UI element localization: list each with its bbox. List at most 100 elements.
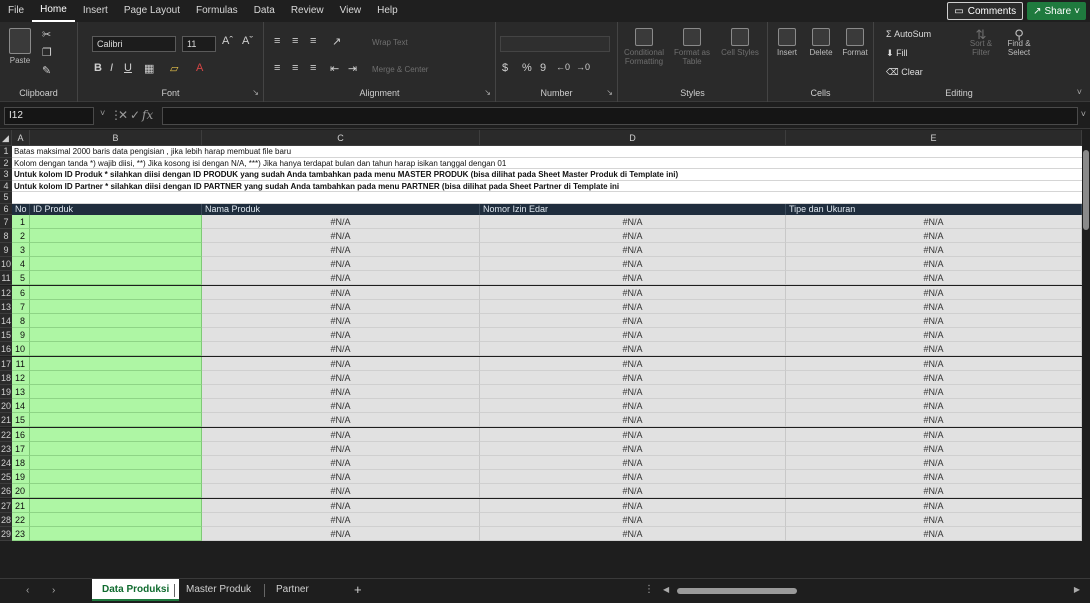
horizontal-scroll-thumb[interactable]: [677, 588, 797, 594]
increase-font-icon[interactable]: Aˆ: [222, 35, 233, 47]
cell-nama-produk[interactable]: #N/A: [202, 484, 480, 499]
scroll-right-icon[interactable]: ▶: [1074, 585, 1080, 594]
format-as-table-button[interactable]: Format as Table: [670, 28, 714, 66]
cell-tipe-dan-ukuran[interactable]: #N/A: [786, 285, 1082, 300]
cell-nama-produk[interactable]: #N/A: [202, 214, 480, 229]
cell-no[interactable]: 4: [12, 257, 30, 272]
font-size-combo[interactable]: 11: [182, 36, 216, 52]
cell-tipe-dan-ukuran[interactable]: #N/A: [786, 313, 1082, 329]
column-header-c[interactable]: C: [202, 130, 480, 146]
menu-data[interactable]: Data: [246, 0, 283, 22]
row-header-7[interactable]: 7: [0, 214, 12, 229]
add-sheet-button[interactable]: +: [344, 579, 372, 601]
chevron-down-icon[interactable]: ˅: [100, 108, 105, 118]
cell-tipe-dan-ukuran[interactable]: #N/A: [786, 242, 1082, 258]
cell-tipe-dan-ukuran[interactable]: #N/A: [786, 441, 1082, 456]
align-bottom-icon[interactable]: ≡: [310, 35, 316, 47]
cell-no[interactable]: 9: [12, 328, 30, 343]
cell-nomor-izin-edar[interactable]: #N/A: [480, 384, 786, 400]
merge-center-button[interactable]: Merge & Center: [372, 65, 428, 74]
cell-no[interactable]: 23: [12, 526, 30, 542]
row-header-23[interactable]: 23: [0, 441, 12, 456]
cell-nama-produk[interactable]: #N/A: [202, 470, 480, 485]
cell-id-produk[interactable]: [30, 526, 202, 542]
insert-button[interactable]: Insert: [772, 28, 802, 57]
row-header-22[interactable]: 22: [0, 427, 12, 442]
table-header-nama-produk[interactable]: Nama Produk: [202, 203, 480, 215]
sheet-tab-master-produk[interactable]: Master Produk: [176, 579, 261, 601]
cell-id-produk[interactable]: [30, 399, 202, 414]
cell-no[interactable]: 14: [12, 399, 30, 414]
row-header-14[interactable]: 14: [0, 313, 12, 329]
row-header-26[interactable]: 26: [0, 484, 12, 499]
cell-no[interactable]: 3: [12, 242, 30, 258]
row-header-19[interactable]: 19: [0, 384, 12, 400]
cell-nama-produk[interactable]: #N/A: [202, 384, 480, 400]
cell-nama-produk[interactable]: #N/A: [202, 228, 480, 243]
cell-tipe-dan-ukuran[interactable]: #N/A: [786, 214, 1082, 229]
row-header-24[interactable]: 24: [0, 455, 12, 471]
cell-nomor-izin-edar[interactable]: #N/A: [480, 328, 786, 343]
cell-tipe-dan-ukuran[interactable]: #N/A: [786, 257, 1082, 272]
align-middle-icon[interactable]: ≡: [292, 35, 298, 47]
vertical-scrollbar[interactable]: [1082, 130, 1090, 578]
cell-no[interactable]: 5: [12, 271, 30, 286]
name-box[interactable]: I12: [4, 107, 94, 125]
cell-nama-produk[interactable]: #N/A: [202, 242, 480, 258]
menu-page-layout[interactable]: Page Layout: [116, 0, 188, 22]
row-header-17[interactable]: 17: [0, 356, 12, 371]
cell-no[interactable]: 20: [12, 484, 30, 499]
menu-file[interactable]: File: [0, 0, 32, 22]
cell-nama-produk[interactable]: #N/A: [202, 328, 480, 343]
cell-nomor-izin-edar[interactable]: #N/A: [480, 242, 786, 258]
cell-no[interactable]: 10: [12, 342, 30, 357]
cell-no[interactable]: 13: [12, 384, 30, 400]
cell-tipe-dan-ukuran[interactable]: #N/A: [786, 271, 1082, 286]
cell-tipe-dan-ukuran[interactable]: #N/A: [786, 484, 1082, 499]
bold-icon[interactable]: B: [94, 62, 102, 74]
cell-id-produk[interactable]: [30, 328, 202, 343]
cell-tipe-dan-ukuran[interactable]: #N/A: [786, 370, 1082, 385]
cell-nomor-izin-edar[interactable]: #N/A: [480, 313, 786, 329]
cell-tipe-dan-ukuran[interactable]: #N/A: [786, 498, 1082, 513]
cell-nomor-izin-edar[interactable]: #N/A: [480, 484, 786, 499]
cell-nama-produk[interactable]: #N/A: [202, 313, 480, 329]
horizontal-scrollbar[interactable]: ◀ ▶: [655, 585, 1080, 595]
increase-decimal-icon[interactable]: ←0: [556, 62, 570, 72]
cell-id-produk[interactable]: [30, 470, 202, 485]
number-launcher-icon[interactable]: ↘: [606, 88, 613, 97]
cell-tipe-dan-ukuran[interactable]: #N/A: [786, 512, 1082, 527]
cell-nomor-izin-edar[interactable]: #N/A: [480, 498, 786, 513]
cell-no[interactable]: 16: [12, 427, 30, 442]
cell-no[interactable]: 21: [12, 498, 30, 513]
cell-nama-produk[interactable]: #N/A: [202, 441, 480, 456]
cell-nama-produk[interactable]: #N/A: [202, 512, 480, 527]
row-header-29[interactable]: 29: [0, 526, 12, 542]
cell-tipe-dan-ukuran[interactable]: #N/A: [786, 526, 1082, 542]
cell-nama-produk[interactable]: #N/A: [202, 399, 480, 414]
cell-nomor-izin-edar[interactable]: #N/A: [480, 342, 786, 357]
cell-styles-button[interactable]: Cell Styles: [718, 28, 762, 57]
autosum-button[interactable]: Σ AutoSum: [886, 30, 931, 39]
cell-no[interactable]: 17: [12, 441, 30, 456]
font-name-combo[interactable]: Calibri: [92, 36, 176, 52]
cell-tipe-dan-ukuran[interactable]: #N/A: [786, 413, 1082, 428]
decrease-decimal-icon[interactable]: →0: [576, 62, 590, 72]
menu-review[interactable]: Review: [283, 0, 332, 22]
orientation-icon[interactable]: ↗: [332, 35, 341, 48]
cell-nama-produk[interactable]: #N/A: [202, 285, 480, 300]
cell-nama-produk[interactable]: #N/A: [202, 342, 480, 357]
cell-nomor-izin-edar[interactable]: #N/A: [480, 455, 786, 471]
sheet-tab-data-produksi[interactable]: Data Produksi: [92, 579, 180, 601]
row-header-15[interactable]: 15: [0, 328, 12, 343]
row-header-9[interactable]: 9: [0, 242, 12, 258]
cell-nomor-izin-edar[interactable]: #N/A: [480, 214, 786, 229]
percent-icon[interactable]: %: [522, 62, 532, 74]
column-header-a[interactable]: A: [12, 130, 30, 146]
cell-nomor-izin-edar[interactable]: #N/A: [480, 356, 786, 371]
row-header-20[interactable]: 20: [0, 399, 12, 414]
cell-nomor-izin-edar[interactable]: #N/A: [480, 285, 786, 300]
column-header-e[interactable]: E: [786, 130, 1082, 146]
insert-function-icon[interactable]: fx: [142, 108, 153, 122]
column-header-b[interactable]: B: [30, 130, 202, 146]
